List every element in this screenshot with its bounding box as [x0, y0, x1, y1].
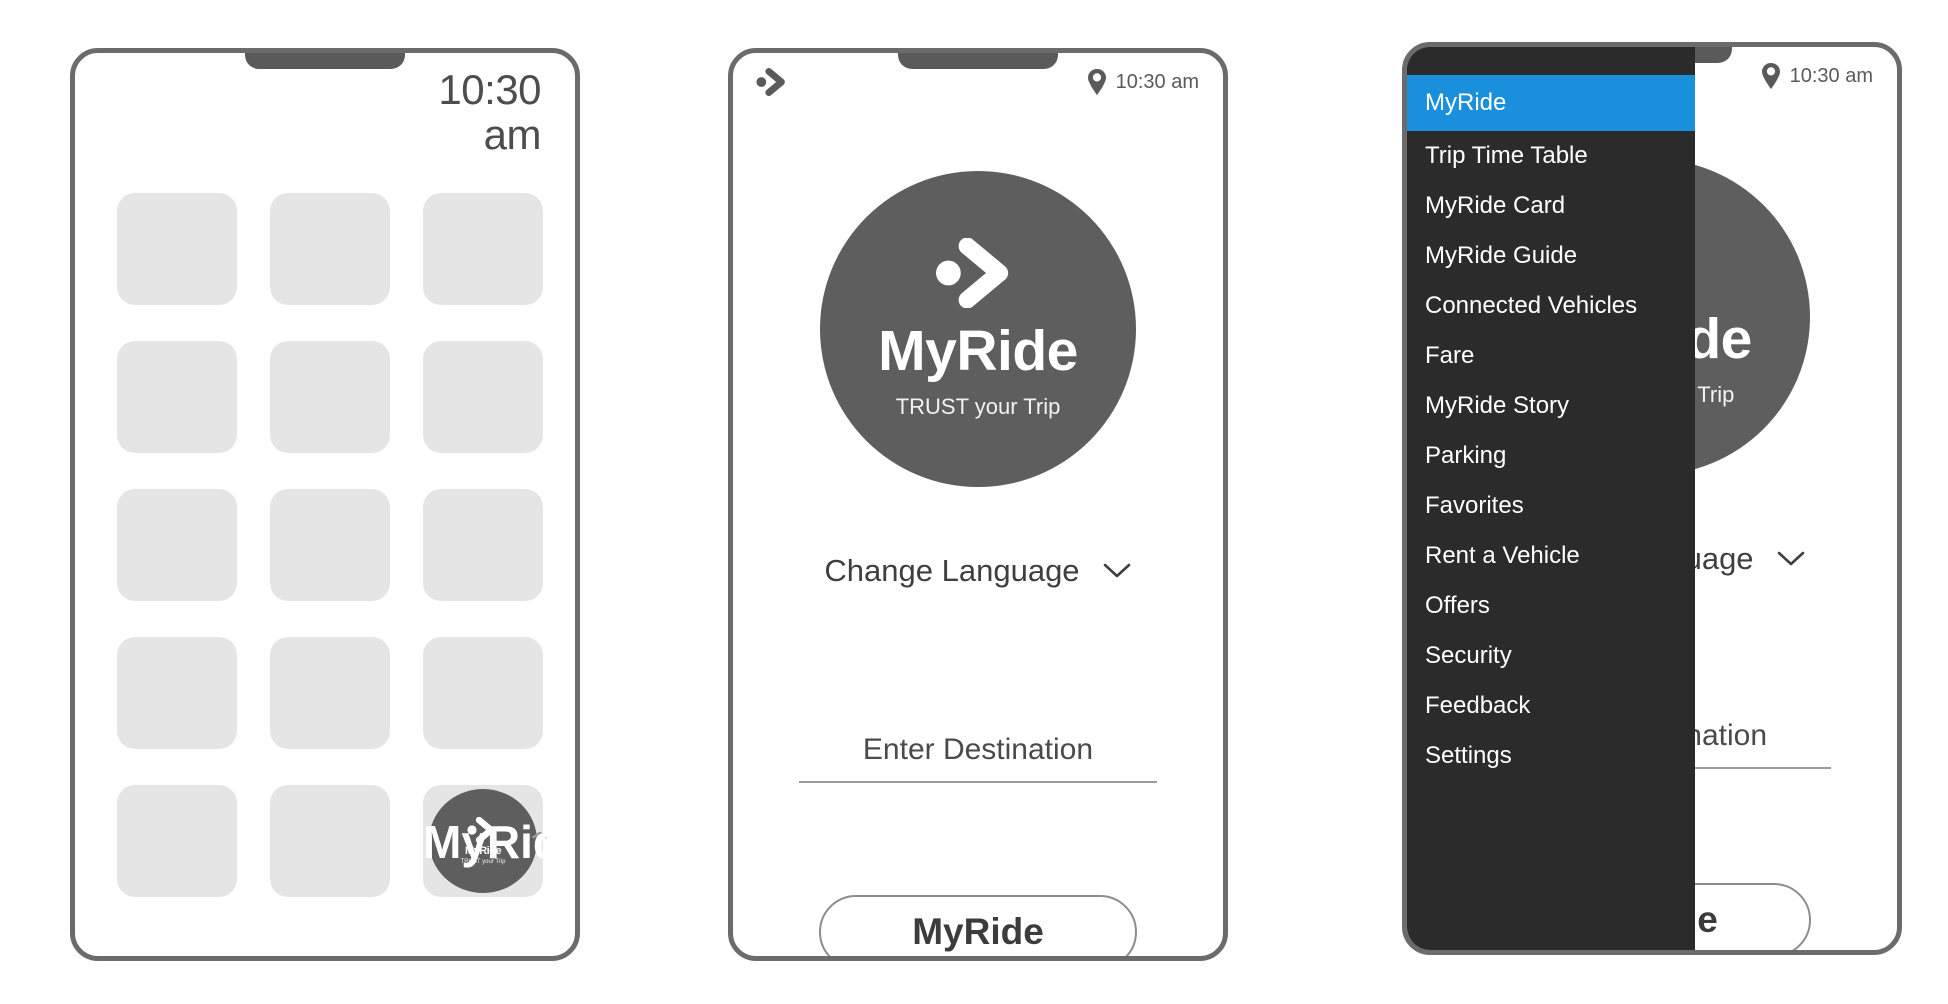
- drawer-item-myride-guide[interactable]: MyRide Guide: [1407, 231, 1695, 281]
- drawer-item-label: Trip Time Table: [1425, 142, 1588, 169]
- drawer-item-label: MyRide Story: [1425, 392, 1570, 419]
- app-icon-grid: MyRide TRUST your Trip MyRide: [75, 193, 575, 897]
- status-bar-right: 10:30 am: [1761, 62, 1873, 90]
- drawer-item-parking[interactable]: Parking: [1407, 431, 1695, 481]
- drawer-item-label: MyRide Card: [1425, 192, 1566, 219]
- logo-tagline: TRUST your Trip: [460, 859, 506, 865]
- app-tile-placeholder[interactable]: [270, 637, 390, 749]
- chevron-down-icon: [1776, 550, 1806, 568]
- phone-3-myride-with-drawer: 10:30 am MyRide TRUST your Trip Change L…: [1402, 42, 1902, 955]
- app-tile-placeholder[interactable]: [117, 193, 237, 305]
- app-tile-placeholder[interactable]: [117, 489, 237, 601]
- clock-time: 10:30: [438, 66, 541, 113]
- status-clock: 10:30 am: [423, 67, 541, 158]
- app-tile-placeholder[interactable]: [423, 341, 543, 453]
- drawer-item-label: Security: [1425, 642, 1512, 669]
- drawer-item-label: Offers: [1425, 592, 1490, 619]
- myride-logo: MyRide TRUST your Trip: [820, 171, 1136, 487]
- navigation-drawer: MyRide Trip Time Table MyRide Card MyRide G…: [1407, 47, 1695, 950]
- drawer-item-fare[interactable]: Fare: [1407, 331, 1695, 381]
- drawer-item-offers[interactable]: Offers: [1407, 581, 1695, 631]
- status-clock: 10:30 am: [1115, 70, 1199, 93]
- drawer-item-myride-card[interactable]: MyRide Card: [1407, 181, 1695, 231]
- change-language-label: Change Language: [824, 553, 1080, 588]
- chevron-down-icon: [1102, 562, 1132, 580]
- phone-1-home-screen: 10:30 am MyRide TRUST your Trip MyRide ⌃: [70, 48, 580, 961]
- drawer-item-label: Settings: [1425, 742, 1512, 769]
- logo-wordmark: MyRide: [878, 319, 1078, 383]
- app-tile-placeholder[interactable]: [270, 341, 390, 453]
- chevron-dot-icon: [932, 238, 1024, 314]
- drawer-item-settings[interactable]: Settings: [1407, 731, 1695, 781]
- app-tile-placeholder[interactable]: [117, 785, 237, 897]
- app-tile-placeholder[interactable]: [423, 193, 543, 305]
- drawer-item-connected-vehicles[interactable]: Connected Vehicles: [1407, 281, 1695, 331]
- destination-input[interactable]: Enter Destination: [799, 733, 1157, 783]
- drawer-item-label: Fare: [1425, 342, 1475, 369]
- app-tile-placeholder[interactable]: [117, 637, 237, 749]
- status-clock: 10:30 am: [1789, 64, 1873, 87]
- app-tile-placeholder[interactable]: [270, 193, 390, 305]
- chevron-dot-icon: [466, 817, 500, 845]
- drawer-item-rent-a-vehicle[interactable]: Rent a Vehicle: [1407, 531, 1695, 581]
- app-tile-placeholder[interactable]: [270, 489, 390, 601]
- myride-primary-button[interactable]: MyRide: [819, 895, 1137, 956]
- drawer-item-security[interactable]: Security: [1407, 631, 1695, 681]
- chevron-dot-icon[interactable]: [755, 68, 791, 96]
- drawer-item-trip-time-table[interactable]: Trip Time Table: [1407, 131, 1695, 181]
- drawer-item-myride[interactable]: MyRide: [1407, 75, 1695, 131]
- myride-button-label: MyRide: [912, 911, 1044, 952]
- map-pin-icon: [1761, 62, 1781, 90]
- phone-notch: [245, 53, 405, 69]
- phone-2-myride-splash: 10:30 am MyRide TRUST your Trip Change L…: [728, 48, 1228, 961]
- clock-meridiem: am: [483, 111, 542, 159]
- app-tile-placeholder[interactable]: [270, 785, 390, 897]
- change-language-selector[interactable]: Change Language: [733, 553, 1223, 589]
- app-tile-placeholder[interactable]: [117, 341, 237, 453]
- app-tile-placeholder[interactable]: [423, 637, 543, 749]
- app-tile-placeholder[interactable]: [423, 489, 543, 601]
- drawer-item-label: MyRide: [1425, 89, 1507, 116]
- chevron-up-icon[interactable]: ⌃: [524, 827, 557, 858]
- logo-tagline: TRUST your Trip: [895, 394, 1061, 419]
- destination-placeholder: Enter Destination: [862, 733, 1094, 766]
- map-pin-icon: [1087, 68, 1107, 96]
- drawer-item-favorites[interactable]: Favorites: [1407, 481, 1695, 531]
- status-bar-right: 10:30 am: [1087, 68, 1199, 96]
- myride-logo-small: MyRide TRUST your Trip: [429, 789, 537, 893]
- logo-wordmark: MyRide: [464, 845, 502, 857]
- drawer-item-label: Connected Vehicles: [1425, 292, 1638, 319]
- drawer-item-label: Parking: [1425, 442, 1507, 469]
- drawer-item-label: Feedback: [1425, 692, 1531, 719]
- screenshot-stage: 10:30 am MyRide TRUST your Trip MyRide ⌃…: [0, 0, 1948, 1004]
- drawer-item-label: Rent a Vehicle: [1425, 542, 1580, 569]
- phone-notch: [898, 53, 1058, 69]
- drawer-item-label: MyRide Guide: [1425, 242, 1578, 269]
- drawer-item-label: Favorites: [1425, 492, 1524, 519]
- drawer-item-myride-story[interactable]: MyRide Story: [1407, 381, 1695, 431]
- drawer-item-feedback[interactable]: Feedback: [1407, 681, 1695, 731]
